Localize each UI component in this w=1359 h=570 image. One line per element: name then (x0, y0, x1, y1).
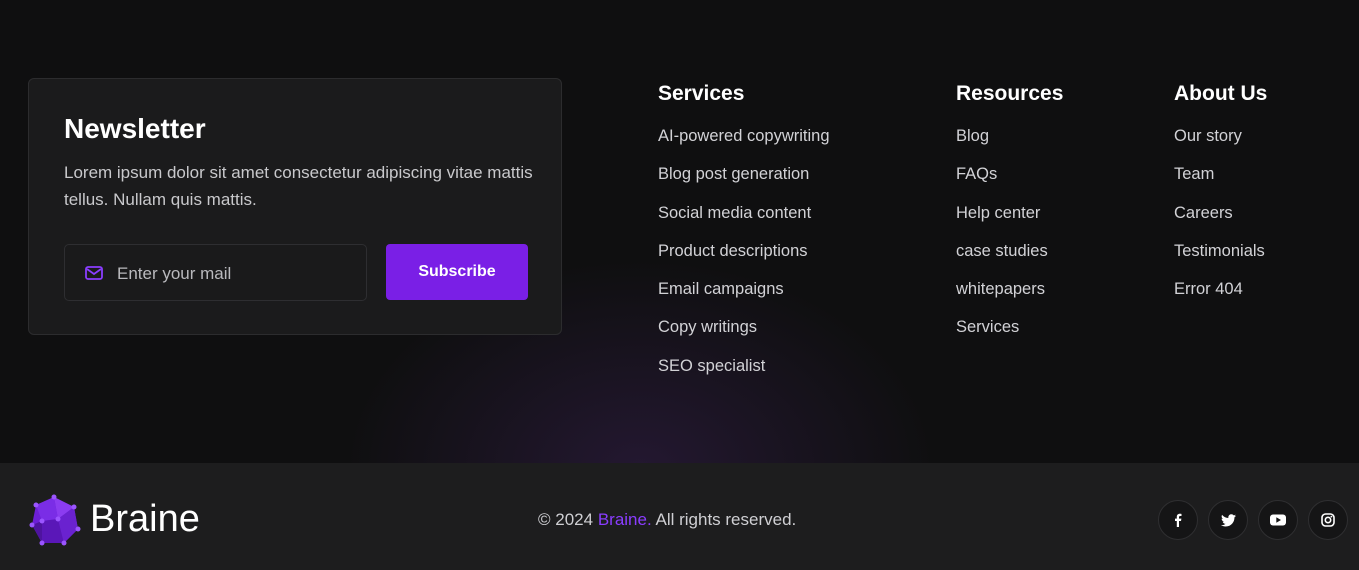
instagram-icon (1321, 513, 1335, 527)
about-column: About Us Our story Team Careers Testimon… (1174, 82, 1267, 315)
footer-link-help-center[interactable]: Help center (956, 201, 1063, 239)
footer-link-ai-copywriting[interactable]: AI-powered copywriting (658, 124, 830, 162)
footer-link-error-404[interactable]: Error 404 (1174, 277, 1267, 315)
copyright-text: © 2024 Braine. All rights reserved. (538, 510, 796, 530)
email-field[interactable] (115, 245, 359, 302)
footer-link-services[interactable]: Services (956, 315, 1063, 353)
footer-link-product-descriptions[interactable]: Product descriptions (658, 239, 830, 277)
facebook-button[interactable] (1158, 500, 1198, 540)
youtube-icon (1270, 514, 1286, 526)
services-heading: Services (658, 82, 745, 105)
instagram-button[interactable] (1308, 500, 1348, 540)
footer-link-case-studies[interactable]: case studies (956, 239, 1063, 277)
email-field-wrapper (64, 244, 367, 302)
about-heading: About Us (1174, 82, 1268, 105)
footer-link-team[interactable]: Team (1174, 162, 1267, 200)
facebook-icon (1175, 513, 1182, 527)
twitter-icon (1220, 513, 1236, 526)
newsletter-card: Newsletter Lorem ipsum dolor sit amet co… (28, 78, 562, 335)
youtube-button[interactable] (1258, 500, 1298, 540)
footer-link-seo-specialist[interactable]: SEO specialist (658, 354, 830, 392)
footer-link-whitepapers[interactable]: whitepapers (956, 277, 1063, 315)
twitter-button[interactable] (1208, 500, 1248, 540)
brand-logo-icon[interactable] (28, 493, 82, 547)
copyright-prefix: © 2024 (538, 510, 594, 529)
brand-name[interactable]: Braine (90, 497, 200, 541)
footer-link-testimonials[interactable]: Testimonials (1174, 239, 1267, 277)
footer-link-careers[interactable]: Careers (1174, 201, 1267, 239)
footer-link-social-media-content[interactable]: Social media content (658, 201, 830, 239)
subscribe-button[interactable]: Subscribe (386, 244, 528, 300)
services-column: Services AI-powered copywriting Blog pos… (658, 82, 830, 392)
footer-link-our-story[interactable]: Our story (1174, 124, 1267, 162)
footer-top: Newsletter Lorem ipsum dolor sit amet co… (0, 0, 1359, 463)
footer-link-blog[interactable]: Blog (956, 124, 1063, 162)
copyright-brand-link[interactable]: Braine. (598, 510, 652, 529)
footer-link-faqs[interactable]: FAQs (956, 162, 1063, 200)
footer-link-email-campaigns[interactable]: Email campaigns (658, 277, 830, 315)
newsletter-title: Newsletter (64, 113, 206, 144)
resources-heading: Resources (956, 82, 1064, 105)
footer-link-blog-post-generation[interactable]: Blog post generation (658, 162, 830, 200)
copyright-suffix: All rights reserved. (655, 510, 797, 529)
resources-column: Resources Blog FAQs Help center case stu… (956, 82, 1063, 354)
footer-bottom-bar: Braine © 2024 Braine. All rights reserve… (0, 463, 1359, 570)
newsletter-description: Lorem ipsum dolor sit amet consectetur a… (64, 163, 533, 209)
footer-link-copy-writings[interactable]: Copy writings (658, 315, 830, 353)
mail-icon (85, 266, 103, 280)
